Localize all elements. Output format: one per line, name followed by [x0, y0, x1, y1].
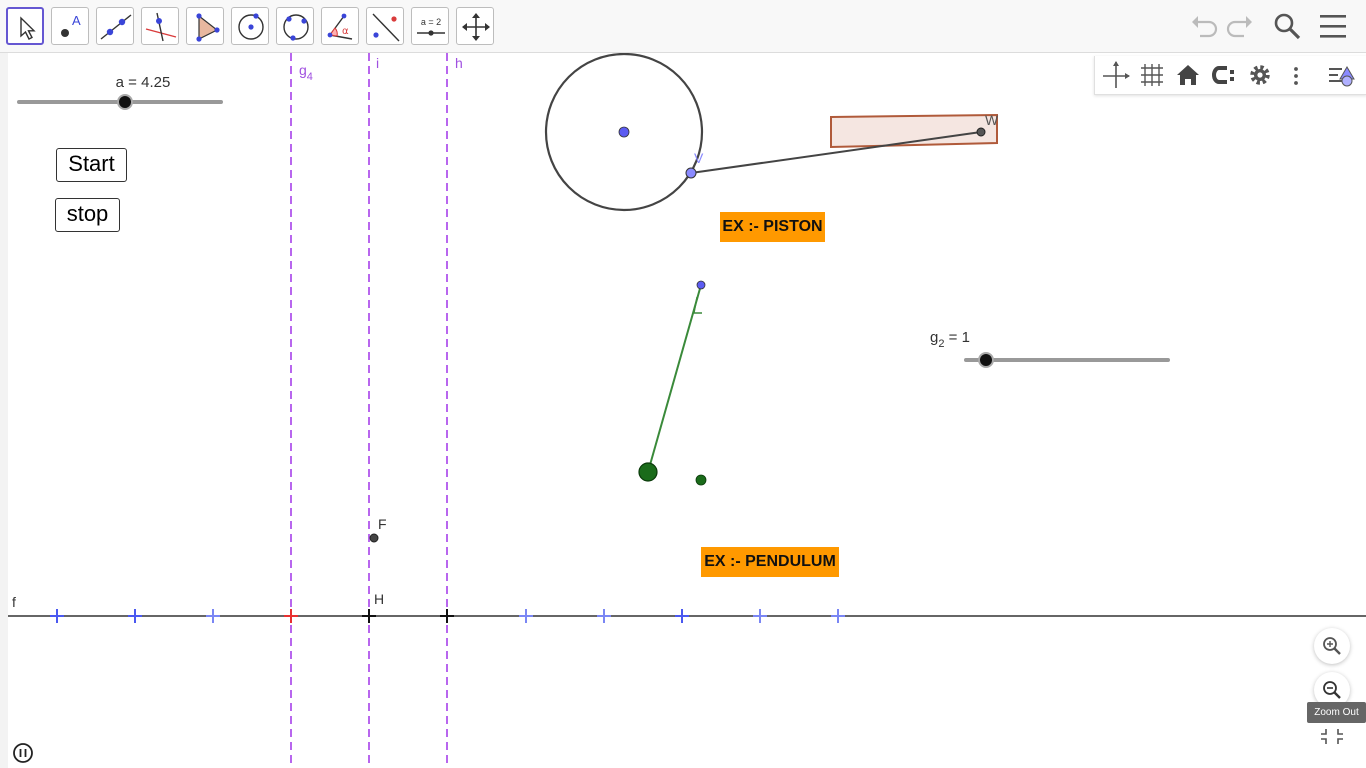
- pendulum-pivot-point[interactable]: [696, 280, 706, 290]
- animation-pause-button[interactable]: [12, 742, 34, 764]
- home-button[interactable]: [1172, 59, 1204, 91]
- point-v[interactable]: [685, 167, 697, 179]
- line-g4-label: g4: [299, 62, 313, 83]
- point-h-label: H: [374, 591, 384, 607]
- line-i-label: i: [376, 55, 379, 71]
- point-capturing-button[interactable]: [1208, 59, 1240, 91]
- zoom-out-tooltip: Zoom Out: [1307, 702, 1366, 723]
- view-toggle-button[interactable]: [1325, 59, 1357, 91]
- left-edge: [0, 53, 8, 768]
- slider-a-knob[interactable]: [117, 94, 133, 110]
- move-view-icon: [462, 13, 490, 41]
- redo-icon: [1226, 16, 1252, 38]
- graphics-canvas[interactable]: g4 i h f H F V W a = 4.25 g2 = 1: [0, 53, 1366, 768]
- menu-button[interactable]: [1316, 8, 1352, 44]
- reflect-tool[interactable]: [366, 7, 404, 45]
- circle-icon: [238, 13, 264, 40]
- slider-g2-knob[interactable]: [978, 352, 994, 368]
- search-icon: [1274, 13, 1301, 40]
- zoom-in-button[interactable]: [1314, 628, 1350, 664]
- search-button[interactable]: [1269, 8, 1305, 44]
- perpendicular-line-tool[interactable]: [141, 7, 179, 45]
- undo-icon: [1192, 16, 1218, 38]
- stop-button[interactable]: stop: [55, 198, 120, 232]
- angle-tool[interactable]: α: [321, 7, 359, 45]
- line-h-label: h: [455, 55, 463, 71]
- fullscreen-exit-button[interactable]: [1314, 726, 1350, 762]
- pause-icon: [13, 743, 33, 763]
- undo-button[interactable]: [1186, 8, 1222, 44]
- slider-icon: a = 2: [417, 17, 445, 36]
- zoom-in-icon: [1323, 637, 1341, 655]
- axes-icon: [1103, 61, 1130, 88]
- circle-center-point-tool[interactable]: [231, 7, 269, 45]
- more-button[interactable]: [1280, 59, 1312, 91]
- svg-text:a = 2: a = 2: [421, 17, 441, 27]
- pendulum-rest-point[interactable]: [695, 474, 707, 486]
- piston-label: EX :- PISTON: [720, 212, 825, 242]
- cursor-icon: [20, 16, 36, 40]
- point-tool[interactable]: A: [51, 7, 89, 45]
- pendulum-angle-mark: [693, 296, 702, 314]
- pendulum-bob[interactable]: [638, 462, 658, 482]
- point-f-label: F: [378, 516, 387, 532]
- slider-a-label: a = 4.25: [116, 74, 171, 91]
- move-graphics-view-tool[interactable]: [456, 7, 494, 45]
- grid-button[interactable]: [1136, 59, 1168, 91]
- point-v-label: V: [694, 150, 704, 166]
- reflect-icon: [372, 13, 400, 42]
- graphics-view[interactable]: g4 i h f H F V W a = 4.25 g2 = 1: [0, 53, 1366, 768]
- settings-button[interactable]: [1244, 59, 1276, 91]
- slider-g2-label: g2 = 1: [930, 329, 970, 350]
- toolbar: A α a = 2: [0, 0, 1366, 53]
- more-vert-icon: [1294, 67, 1298, 85]
- home-icon: [1177, 65, 1199, 85]
- circle-center-point[interactable]: [618, 126, 630, 138]
- circle-three-points-tool[interactable]: [276, 7, 314, 45]
- point-f[interactable]: [369, 533, 379, 543]
- angle-icon: α: [327, 13, 353, 40]
- style-bar: [1094, 56, 1366, 95]
- pendulum-label: EX :- PENDULUM: [701, 547, 839, 577]
- polygon-tool[interactable]: [186, 7, 224, 45]
- start-button[interactable]: Start: [56, 148, 127, 182]
- line-f-label: f: [12, 594, 16, 610]
- grid-icon: [1141, 64, 1163, 86]
- circle-3pts-icon: [283, 14, 309, 41]
- point-w-label: W: [985, 112, 999, 128]
- perpendicular-icon: [145, 12, 177, 42]
- fullscreen-exit-icon: [1321, 729, 1343, 744]
- view-toggle-icon: [1329, 66, 1355, 87]
- point-w[interactable]: [976, 127, 986, 137]
- svg-text:A: A: [72, 13, 81, 28]
- point-icon: A: [61, 13, 81, 37]
- redo-button[interactable]: [1222, 8, 1258, 44]
- point-capturing-icon: [1212, 66, 1234, 84]
- line-icon: [100, 14, 132, 40]
- svg-text:α: α: [342, 26, 349, 37]
- move-tool[interactable]: [6, 7, 44, 45]
- slider-tool[interactable]: a = 2: [411, 7, 449, 45]
- polygon-icon: [196, 13, 220, 42]
- menu-icon: [1320, 15, 1346, 38]
- settings-icon: [1250, 65, 1270, 85]
- line-tool[interactable]: [96, 7, 134, 45]
- pendulum-string[interactable]: [647, 284, 702, 473]
- axes-button[interactable]: [1100, 59, 1132, 91]
